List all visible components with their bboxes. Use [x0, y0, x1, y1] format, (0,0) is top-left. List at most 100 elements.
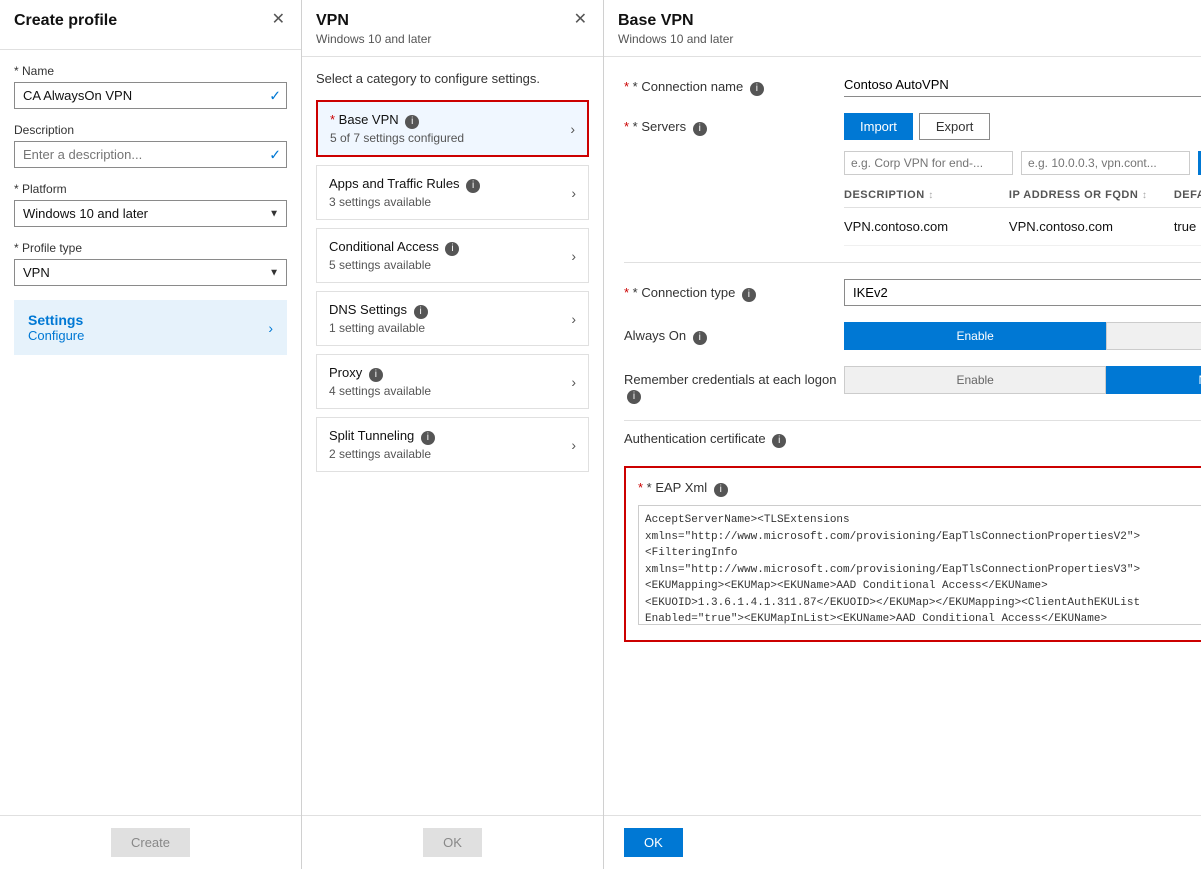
servers-info-icon[interactable]: i	[693, 122, 707, 136]
category-conditional-access-count: 5 settings available	[329, 258, 459, 272]
profile-type-label: * Profile type	[14, 241, 287, 255]
category-dns-settings-name: DNS Settings i	[329, 302, 428, 319]
settings-chevron-right-icon: ›	[268, 320, 273, 336]
name-label: * Name	[14, 64, 287, 78]
right-panel-title-group: Base VPN Windows 10 and later	[618, 12, 733, 46]
create-button[interactable]: Create	[111, 828, 190, 857]
connection-name-label: * * Connection name i	[624, 73, 844, 96]
mid-panel-subtitle: Windows 10 and later	[316, 32, 431, 46]
category-dns-settings-text: DNS Settings i 1 setting available	[329, 302, 428, 335]
apps-traffic-chevron-icon: ›	[571, 185, 576, 201]
category-base-vpn[interactable]: * Base VPN i 5 of 7 settings configured …	[316, 100, 589, 157]
platform-label: * Platform	[14, 182, 287, 196]
conditional-access-chevron-icon: ›	[571, 248, 576, 264]
category-conditional-access[interactable]: Conditional Access i 5 settings availabl…	[316, 228, 589, 283]
profile-type-select[interactable]: VPN	[14, 259, 287, 286]
remember-not-configured-button[interactable]: Not configured	[1106, 366, 1201, 394]
td-description: VPN.contoso.com	[844, 219, 1009, 234]
description-label: Description	[14, 123, 287, 137]
always-on-label: Always On i	[624, 322, 844, 345]
remember-credentials-info-icon[interactable]: i	[627, 390, 641, 404]
base-vpn-chevron-icon: ›	[570, 121, 575, 137]
proxy-info-icon[interactable]: i	[369, 368, 383, 382]
category-base-vpn-name: * Base VPN i	[330, 112, 464, 129]
split-tunneling-info-icon[interactable]: i	[421, 431, 435, 445]
mid-ok-button[interactable]: OK	[423, 828, 482, 857]
category-apps-traffic[interactable]: Apps and Traffic Rules i 3 settings avai…	[316, 165, 589, 220]
description-input-wrapper: ✓	[14, 141, 287, 168]
th-description: DESCRIPTION ↕	[844, 189, 1009, 201]
name-field-group: * Name ✓	[14, 64, 287, 109]
servers-btn-group: Import Export	[844, 113, 1201, 140]
category-conditional-access-text: Conditional Access i 5 settings availabl…	[329, 239, 459, 272]
category-intro-text: Select a category to configure settings.	[316, 71, 589, 86]
auth-cert-info-icon[interactable]: i	[772, 434, 786, 448]
connection-name-info-icon[interactable]: i	[750, 82, 764, 96]
connection-name-control	[844, 73, 1201, 97]
category-apps-traffic-count: 3 settings available	[329, 195, 480, 209]
mid-panel-footer: OK	[302, 815, 603, 869]
category-split-tunneling[interactable]: Split Tunneling i 2 settings available ›	[316, 417, 589, 472]
settings-sublabel: Configure	[28, 328, 84, 343]
description-check-icon: ✓	[269, 146, 281, 163]
left-panel-footer: Create	[0, 815, 301, 869]
connection-type-control: IKEv2 ▼	[844, 279, 1201, 306]
always-on-info-icon[interactable]: i	[693, 331, 707, 345]
connection-type-label: * * Connection type i	[624, 279, 844, 302]
description-input[interactable]	[14, 141, 287, 168]
always-on-control: Enable Disable	[844, 322, 1201, 350]
ip-fqdn-input[interactable]	[1021, 151, 1190, 175]
connection-name-row: * * Connection name i	[624, 73, 1201, 97]
remember-enable-button[interactable]: Enable	[844, 366, 1106, 394]
always-on-row: Always On i Enable Disable	[624, 322, 1201, 350]
apps-traffic-info-icon[interactable]: i	[466, 179, 480, 193]
name-input[interactable]	[14, 82, 287, 109]
platform-select-wrapper: Windows 10 and later ▼	[14, 200, 287, 227]
always-on-disable-button[interactable]: Disable	[1106, 322, 1201, 350]
connection-type-info-icon[interactable]: i	[742, 288, 756, 302]
create-profile-panel: Create profile ✕ * Name ✓ Description ✓ …	[0, 0, 302, 869]
vpn-panel: VPN Windows 10 and later ✕ Select a cate…	[302, 0, 604, 869]
category-proxy[interactable]: Proxy i 4 settings available ›	[316, 354, 589, 409]
name-check-icon: ✓	[269, 87, 281, 104]
category-conditional-access-name: Conditional Access i	[329, 239, 459, 256]
th-default-server: DEFAULT SERVER ↕	[1174, 189, 1201, 201]
conditional-access-info-icon[interactable]: i	[445, 242, 459, 256]
right-panel-subtitle: Windows 10 and later	[618, 32, 733, 46]
category-apps-traffic-text: Apps and Traffic Rules i 3 settings avai…	[329, 176, 480, 209]
td-default: true	[1174, 219, 1201, 234]
eap-xml-textarea[interactable]: AcceptServerName><TLSExtensions xmlns="h…	[638, 505, 1201, 625]
servers-row: * * Servers i Import Export True False A…	[624, 113, 1201, 246]
profile-type-select-wrapper: VPN ▼	[14, 259, 287, 286]
left-panel-close-button[interactable]: ✕	[270, 12, 287, 28]
remember-credentials-toggle: Enable Not configured	[844, 366, 1201, 394]
category-split-tunneling-text: Split Tunneling i 2 settings available	[329, 428, 435, 461]
eap-xml-info-icon[interactable]: i	[714, 483, 728, 497]
auth-cert-label: Authentication certificate i	[624, 431, 1201, 448]
form-divider-1	[624, 262, 1201, 263]
dns-settings-chevron-icon: ›	[571, 311, 576, 327]
right-ok-button[interactable]: OK	[624, 828, 683, 857]
always-on-enable-button[interactable]: Enable	[844, 322, 1106, 350]
right-panel-title: Base VPN	[618, 12, 733, 30]
category-split-tunneling-count: 2 settings available	[329, 447, 435, 461]
category-split-tunneling-name: Split Tunneling i	[329, 428, 435, 445]
table-row: VPN.contoso.com VPN.contoso.com true ···	[844, 208, 1201, 246]
category-base-vpn-count: 5 of 7 settings configured	[330, 131, 464, 145]
settings-configure-item[interactable]: Settings Configure ›	[14, 300, 287, 355]
mid-panel-close-button[interactable]: ✕	[572, 12, 589, 28]
connection-name-input[interactable]	[844, 73, 1201, 97]
server-input-form: True False Add	[844, 148, 1201, 175]
servers-table-header: DESCRIPTION ↕ IP ADDRESS OR FQDN ↕ DEFAU…	[844, 183, 1201, 208]
export-button[interactable]: Export	[919, 113, 991, 140]
platform-select[interactable]: Windows 10 and later	[14, 200, 287, 227]
category-dns-settings[interactable]: DNS Settings i 1 setting available ›	[316, 291, 589, 346]
name-input-wrapper: ✓	[14, 82, 287, 109]
base-vpn-info-icon[interactable]: i	[405, 115, 419, 129]
th-ip-address: IP ADDRESS OR FQDN ↕	[1009, 189, 1174, 201]
connection-type-select[interactable]: IKEv2	[844, 279, 1201, 306]
dns-settings-info-icon[interactable]: i	[414, 305, 428, 319]
right-panel-content: * * Connection name i * * Servers i Impo…	[604, 57, 1201, 815]
description-server-input[interactable]	[844, 151, 1013, 175]
import-button[interactable]: Import	[844, 113, 913, 140]
